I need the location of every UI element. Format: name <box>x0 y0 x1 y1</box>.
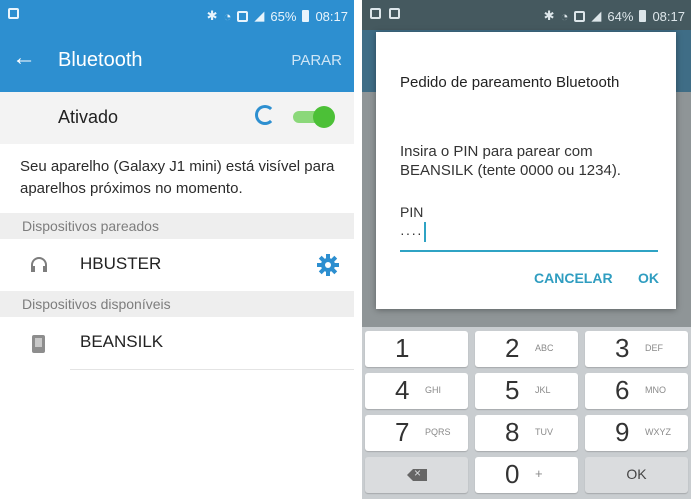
bluetooth-settings-screen: ✱ ◔ ◢ 65% 08:17 ← Bluetooth PARAR Ativad… <box>0 0 354 499</box>
scanning-spinner-icon <box>255 105 275 125</box>
device-name: HBUSTER <box>80 254 162 273</box>
pin-input-underline <box>400 250 658 252</box>
nfc-icon <box>237 10 249 22</box>
battery-icon <box>639 10 647 22</box>
key-9[interactable]: 9 WXYZ <box>585 415 688 451</box>
headset-icon <box>31 257 47 272</box>
key-5[interactable]: 5 JKL <box>475 373 578 409</box>
ok-button[interactable]: OK <box>638 270 659 286</box>
key-6[interactable]: 6 MNO <box>585 373 688 409</box>
wifi-icon: ◔ <box>223 8 232 24</box>
screen-divider <box>354 0 362 499</box>
clock: 08:17 <box>315 8 348 24</box>
cancel-button[interactable]: CANCELAR <box>534 270 613 286</box>
numeric-keypad: 1 2 ABC 3 DEF 4 GHI 5 JKL 6 MNO 7 PQRS 8 TUV 9W… <box>362 327 691 499</box>
pairing-dialog: Pedido de pareamento Bluetooth Insira o … <box>376 32 676 309</box>
notification-icon <box>370 8 381 19</box>
visibility-info: Seu aparelho (Galaxy J1 mini) está visív… <box>20 158 335 197</box>
bluetooth-toggle-row[interactable]: Ativado <box>0 92 354 144</box>
stop-button[interactable]: PARAR <box>291 52 342 69</box>
dialog-message: Insira o PIN para parear com BEANSILK (t… <box>400 143 621 179</box>
dialog-title: Pedido de pareamento Bluetooth <box>400 74 620 91</box>
text-cursor <box>424 222 426 242</box>
key-3[interactable]: 3 DEF <box>585 331 688 367</box>
battery-percent: 65% <box>270 8 297 24</box>
key-0[interactable]: 0 + <box>475 457 578 493</box>
key-4[interactable]: 4 GHI <box>365 373 468 409</box>
signal-icon: ◢ <box>254 8 265 23</box>
key-7[interactable]: 7 PQRS <box>365 415 468 451</box>
bluetooth-switch[interactable] <box>289 106 335 128</box>
device-name: BEANSILK <box>80 332 164 351</box>
pin-label: PIN <box>400 204 424 220</box>
status-bar: ✱ ◔ ◢ 64% 08:17 <box>362 0 691 30</box>
clock: 08:17 <box>652 8 685 24</box>
available-devices-header: Dispositivos disponíveis <box>0 291 354 317</box>
app-bar: ← Bluetooth PARAR <box>0 30 354 92</box>
toggle-label: Ativado <box>58 107 119 127</box>
wifi-icon: ◔ <box>560 8 569 24</box>
page-title: Bluetooth <box>58 49 143 71</box>
bluetooth-status-icon: ✱ <box>206 8 218 23</box>
paired-device-row[interactable]: HBUSTER <box>0 239 354 291</box>
backspace-icon <box>407 469 427 481</box>
bluetooth-status-icon: ✱ <box>543 8 555 23</box>
key-1[interactable]: 1 <box>365 331 468 367</box>
pin-input[interactable]: ···· <box>400 225 423 241</box>
battery-icon <box>302 10 310 22</box>
signal-icon: ◢ <box>591 8 602 23</box>
screenshot-icon <box>389 8 400 19</box>
pairing-request-screen: ✱ ◔ ◢ 64% 08:17 Pedido de pareamento Blu… <box>362 0 691 499</box>
key-2[interactable]: 2 ABC <box>475 331 578 367</box>
back-arrow-icon[interactable]: ← <box>12 45 36 71</box>
gear-icon[interactable] <box>316 253 340 277</box>
backspace-key[interactable] <box>365 457 468 493</box>
phone-icon <box>32 335 45 353</box>
notification-icon <box>8 8 19 19</box>
keypad-ok-key[interactable]: OK <box>585 457 688 493</box>
nfc-icon <box>574 10 586 22</box>
available-device-row[interactable]: BEANSILK <box>0 317 354 369</box>
battery-percent: 64% <box>607 8 634 24</box>
paired-devices-header: Dispositivos pareados <box>0 213 354 239</box>
status-bar: ✱ ◔ ◢ 65% 08:17 <box>0 0 354 30</box>
row-divider <box>70 369 354 370</box>
key-8[interactable]: 8 TUV <box>475 415 578 451</box>
